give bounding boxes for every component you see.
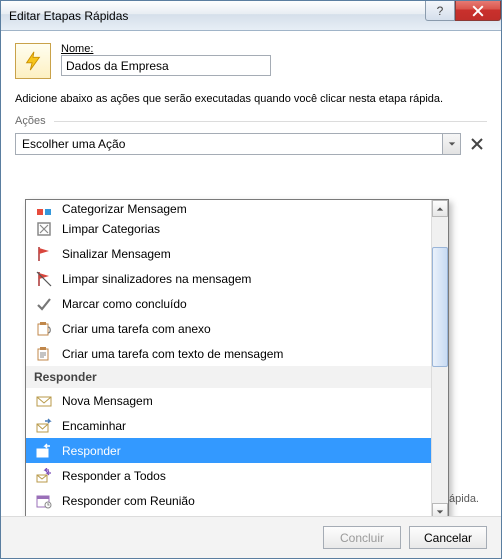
reply-all-icon bbox=[36, 468, 52, 484]
reply-icon bbox=[36, 443, 52, 459]
quickstep-icon bbox=[15, 43, 51, 79]
dropdown-item[interactable]: Marcar como concluído bbox=[26, 291, 431, 316]
triangle-up-icon bbox=[436, 205, 444, 213]
dropdown-item[interactable]: Responder bbox=[26, 438, 431, 463]
actions-label: Ações bbox=[15, 115, 46, 127]
task-attach-icon bbox=[36, 321, 52, 337]
dropdown-item-label: Responder com Reunião bbox=[62, 494, 195, 508]
dropdown-item[interactable]: Encaminhar mensagem como anexo bbox=[26, 513, 431, 516]
dropdown-item[interactable]: Responder a Todos bbox=[26, 463, 431, 488]
dropdown-item[interactable]: Categorizar Mensagem bbox=[26, 202, 431, 216]
dropdown-item-label: Nova Mensagem bbox=[62, 394, 153, 408]
window-title: Editar Etapas Rápidas bbox=[9, 9, 128, 23]
triangle-down-icon bbox=[436, 508, 444, 516]
help-icon: ? bbox=[437, 4, 444, 18]
obscured-text-fragment: ápida. bbox=[449, 493, 479, 505]
forward-icon bbox=[36, 418, 52, 434]
dropdown-item-label: Limpar Categorias bbox=[62, 222, 160, 236]
scroll-track[interactable] bbox=[432, 217, 448, 503]
dropdown-item[interactable]: Nova Mensagem bbox=[26, 388, 431, 413]
task-text-icon bbox=[36, 346, 52, 362]
close-button[interactable] bbox=[455, 1, 501, 21]
reply-meeting-icon bbox=[36, 493, 52, 509]
action-combo[interactable]: Escolher uma Ação bbox=[15, 133, 461, 155]
combo-dropdown-button[interactable] bbox=[442, 134, 460, 154]
scroll-thumb[interactable] bbox=[432, 247, 448, 367]
dropdown-item-label: Criar uma tarefa com texto de mensagem bbox=[62, 347, 283, 361]
flag-icon bbox=[36, 246, 52, 262]
dropdown-item-label: Limpar sinalizadores na mensagem bbox=[62, 272, 251, 286]
titlebar: Editar Etapas Rápidas ? bbox=[1, 1, 501, 31]
dropdown-item-label: Responder bbox=[62, 444, 121, 458]
dropdown-item[interactable]: Limpar sinalizadores na mensagem bbox=[26, 266, 431, 291]
close-icon bbox=[472, 5, 484, 17]
dropdown-item-label: Responder a Todos bbox=[62, 469, 166, 483]
check-icon bbox=[36, 296, 52, 312]
finish-button[interactable]: Concluir bbox=[323, 526, 401, 549]
help-button[interactable]: ? bbox=[425, 1, 455, 21]
x-icon bbox=[470, 137, 484, 151]
dropdown-item-label: Sinalizar Mensagem bbox=[62, 247, 171, 261]
chevron-down-icon bbox=[448, 140, 456, 148]
dropdown-item[interactable]: Responder com Reunião bbox=[26, 488, 431, 513]
dropdown-item[interactable]: Limpar Categorias bbox=[26, 216, 431, 241]
scroll-up-button[interactable] bbox=[432, 200, 448, 217]
name-label: Nome: bbox=[61, 43, 487, 55]
dropdown-item-label: Encaminhar bbox=[62, 419, 126, 433]
dropdown-item-label: Categorizar Mensagem bbox=[62, 202, 187, 216]
cancel-button[interactable]: Cancelar bbox=[409, 526, 487, 549]
scroll-down-button[interactable] bbox=[432, 503, 448, 516]
dropdown-item[interactable]: Encaminhar bbox=[26, 413, 431, 438]
dropdown-item[interactable]: Criar uma tarefa com anexo bbox=[26, 316, 431, 341]
dropdown-item[interactable]: Sinalizar Mensagem bbox=[26, 241, 431, 266]
dropdown-item-label: Criar uma tarefa com anexo bbox=[62, 322, 211, 336]
new-message-icon bbox=[36, 393, 52, 409]
combo-selected-text: Escolher uma Ação bbox=[16, 137, 442, 151]
name-input[interactable] bbox=[61, 55, 271, 76]
dropdown-group: Responder bbox=[26, 366, 431, 388]
dropdown-item[interactable]: Criar uma tarefa com texto de mensagem bbox=[26, 341, 431, 366]
clear-categories-icon bbox=[36, 221, 52, 237]
dropdown-item-label: Marcar como concluído bbox=[62, 297, 187, 311]
action-dropdown-list: Categorizar Mensagem Limpar Categorias Sin… bbox=[25, 199, 449, 516]
remove-action-button[interactable] bbox=[467, 134, 487, 154]
divider bbox=[54, 121, 487, 122]
instruction-text: Adicione abaixo as ações que serão execu… bbox=[15, 93, 487, 105]
clear-flag-icon bbox=[36, 271, 52, 287]
categorize-icon bbox=[36, 208, 52, 216]
scrollbar[interactable] bbox=[431, 200, 448, 516]
